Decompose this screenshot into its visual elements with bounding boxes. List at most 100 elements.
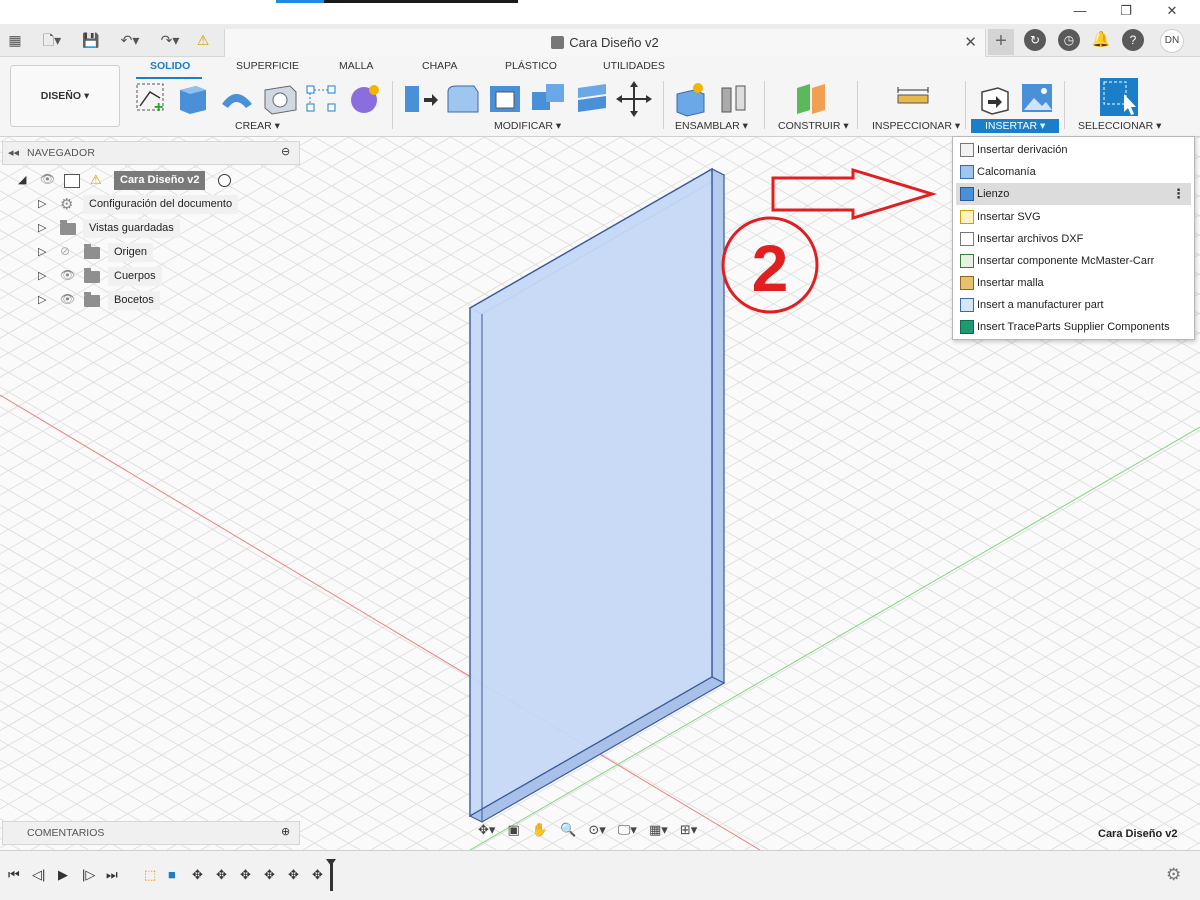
insert-canvas-icon[interactable] bbox=[1022, 84, 1052, 112]
shell-icon[interactable] bbox=[490, 86, 520, 112]
job-status-icon[interactable]: ◷ bbox=[1058, 29, 1080, 51]
timeline-move-icon[interactable]: ✥ bbox=[288, 867, 299, 883]
save-icon[interactable]: 💾 bbox=[80, 29, 102, 51]
menu-item-mcmaster[interactable]: Insertar componente McMaster-Carr bbox=[956, 250, 1191, 272]
select-icon[interactable] bbox=[1100, 78, 1138, 116]
expand-icon[interactable]: ▷ bbox=[38, 269, 46, 282]
tab-plastico[interactable]: PLÁSTICO bbox=[505, 60, 557, 72]
notifications-icon[interactable]: 🔔 bbox=[1090, 29, 1112, 51]
step-back-icon[interactable]: ◁| bbox=[32, 867, 45, 883]
expand-icon[interactable]: ▷ bbox=[38, 245, 46, 258]
menu-item-decal[interactable]: Calcomanía bbox=[956, 161, 1191, 183]
group-inspeccionar[interactable]: INSPECCIONAR ▾ bbox=[872, 120, 960, 132]
orbit-icon[interactable]: ✥▾ bbox=[478, 822, 495, 838]
group-seleccionar[interactable]: SELECCIONAR ▾ bbox=[1078, 120, 1161, 132]
document-tab[interactable]: Cara Diseño v2 ✕ bbox=[224, 29, 986, 57]
group-modificar[interactable]: MODIFICAR ▾ bbox=[494, 120, 561, 132]
play-icon[interactable]: ▶ bbox=[58, 867, 68, 883]
group-crear[interactable]: CREAR ▾ bbox=[235, 120, 280, 132]
navigator-pin-icon[interactable]: ⊖ bbox=[281, 145, 290, 158]
menu-item-insert-dxf[interactable]: Insertar archivos DXF bbox=[956, 228, 1191, 250]
new-tab-button[interactable]: + bbox=[988, 29, 1014, 55]
timeline-settings-icon[interactable]: ⚙ bbox=[1166, 865, 1181, 885]
expand-icon[interactable]: ▷ bbox=[38, 293, 46, 306]
zoom-icon[interactable]: 🔍 bbox=[560, 822, 576, 838]
tab-superficie[interactable]: SUPERFICIE bbox=[236, 60, 299, 72]
step-forward-icon[interactable]: |▷ bbox=[82, 867, 95, 883]
menu-item-canvas[interactable]: Lienzo ⋮ bbox=[956, 183, 1191, 205]
combine-icon[interactable] bbox=[532, 84, 564, 110]
visibility-eye-icon[interactable]: 👁 bbox=[60, 292, 75, 306]
close-window-button[interactable]: ✕ bbox=[1158, 2, 1186, 20]
grid-settings-icon[interactable]: ▦▾ bbox=[649, 822, 668, 838]
expand-icon[interactable]: ▷ bbox=[38, 221, 46, 234]
pan-icon[interactable]: ✋ bbox=[532, 822, 548, 838]
go-to-end-icon[interactable]: ⏭ bbox=[106, 867, 118, 883]
extrude-icon[interactable] bbox=[180, 86, 206, 114]
menu-item-manufacturer-part[interactable]: Insert a manufacturer part bbox=[956, 294, 1191, 316]
menu-item-insert-svg[interactable]: Insertar SVG bbox=[956, 206, 1191, 228]
group-ensamblar[interactable]: ENSAMBLAR ▾ bbox=[675, 120, 748, 132]
menu-item-insert-derive[interactable]: Insertar derivación bbox=[956, 139, 1191, 161]
close-tab-icon[interactable]: ✕ bbox=[964, 33, 977, 51]
insert-derive-icon[interactable] bbox=[981, 87, 1009, 115]
look-at-icon[interactable]: ▣ bbox=[507, 822, 519, 838]
joint-icon[interactable] bbox=[721, 85, 746, 113]
more-options-icon[interactable]: ⋮ bbox=[1172, 186, 1185, 202]
timeline-sketch-icon[interactable]: ⬚ bbox=[144, 867, 156, 883]
press-pull-icon[interactable] bbox=[405, 86, 438, 112]
offset-plane-icon[interactable] bbox=[797, 84, 825, 114]
undo-icon[interactable]: ↶▾ bbox=[114, 29, 146, 51]
hidden-eye-icon[interactable]: ⊘ bbox=[60, 244, 70, 258]
create-sketch-icon[interactable]: + bbox=[136, 83, 164, 116]
menu-item-insert-mesh[interactable]: Insertar malla bbox=[956, 272, 1191, 294]
comments-panel-header[interactable]: COMENTARIOS ⊕ bbox=[2, 821, 300, 845]
timeline-move-icon[interactable]: ✥ bbox=[192, 867, 203, 883]
restore-button[interactable]: ❐ bbox=[1112, 2, 1140, 20]
timeline-move-icon[interactable]: ✥ bbox=[240, 867, 251, 883]
root-component-label[interactable]: Cara Diseño v2 bbox=[114, 171, 206, 190]
fit-icon[interactable]: ⊙▾ bbox=[588, 822, 605, 838]
menu-item-label: Insert TraceParts Supplier Components bbox=[977, 321, 1170, 333]
group-construir[interactable]: CONSTRUIR ▾ bbox=[778, 120, 849, 132]
go-to-start-icon[interactable]: ⏮ bbox=[8, 867, 20, 883]
timeline-extrude-icon[interactable]: ■ bbox=[168, 867, 176, 882]
visibility-eye-icon[interactable]: 👁 bbox=[60, 268, 75, 282]
help-icon[interactable]: ? bbox=[1122, 29, 1144, 51]
expand-icon[interactable]: ▷ bbox=[38, 197, 46, 210]
group-insertar[interactable]: INSERTAR ▾ bbox=[971, 119, 1060, 133]
viewports-icon[interactable]: ⊞▾ bbox=[680, 822, 697, 838]
menu-item-traceparts[interactable]: Insert TraceParts Supplier Components bbox=[956, 316, 1191, 338]
expand-root-icon[interactable]: ◢ bbox=[18, 173, 26, 186]
collapse-navigator-icon[interactable]: ◂◂ bbox=[8, 146, 19, 159]
split-body-icon[interactable] bbox=[578, 84, 606, 112]
add-comment-icon[interactable]: ⊕ bbox=[281, 825, 290, 838]
user-avatar[interactable]: DN bbox=[1160, 29, 1184, 53]
file-menu-icon[interactable]: 🗋▾ bbox=[36, 29, 68, 51]
visibility-eye-icon[interactable]: 👁 bbox=[40, 172, 55, 186]
navigator-header[interactable]: ◂◂ NAVEGADOR ⊖ bbox=[2, 141, 300, 165]
minimize-button[interactable]: — bbox=[1066, 2, 1094, 20]
tab-chapa[interactable]: CHAPA bbox=[422, 60, 457, 72]
create-form-icon[interactable] bbox=[351, 85, 379, 113]
online-status-icon[interactable]: ↻ bbox=[1024, 29, 1046, 51]
warning-icon[interactable]: ⚠ bbox=[192, 29, 214, 51]
timeline-move-icon[interactable]: ✥ bbox=[216, 867, 227, 883]
redo-icon[interactable]: ↷▾ bbox=[154, 29, 186, 51]
timeline-move-icon[interactable]: ✥ bbox=[264, 867, 275, 883]
revolve-icon[interactable] bbox=[222, 94, 252, 108]
move-icon[interactable] bbox=[616, 81, 652, 117]
fillet-icon[interactable] bbox=[447, 85, 479, 113]
timeline-marker[interactable] bbox=[326, 859, 336, 891]
measure-icon[interactable] bbox=[897, 87, 929, 104]
hole-icon[interactable] bbox=[264, 85, 297, 115]
pattern-icon[interactable] bbox=[306, 85, 336, 112]
apps-grid-icon[interactable]: ▦ bbox=[4, 29, 26, 51]
activate-radio-icon[interactable] bbox=[218, 174, 231, 187]
timeline-move-icon[interactable]: ✥ bbox=[312, 867, 323, 883]
new-component-icon[interactable] bbox=[676, 83, 705, 117]
tab-malla[interactable]: MALLA bbox=[339, 60, 373, 72]
tab-utilidades[interactable]: UTILIDADES bbox=[603, 60, 665, 72]
display-settings-icon[interactable]: 🖵▾ bbox=[618, 822, 637, 838]
tab-solido[interactable]: SOLIDO bbox=[150, 60, 190, 72]
